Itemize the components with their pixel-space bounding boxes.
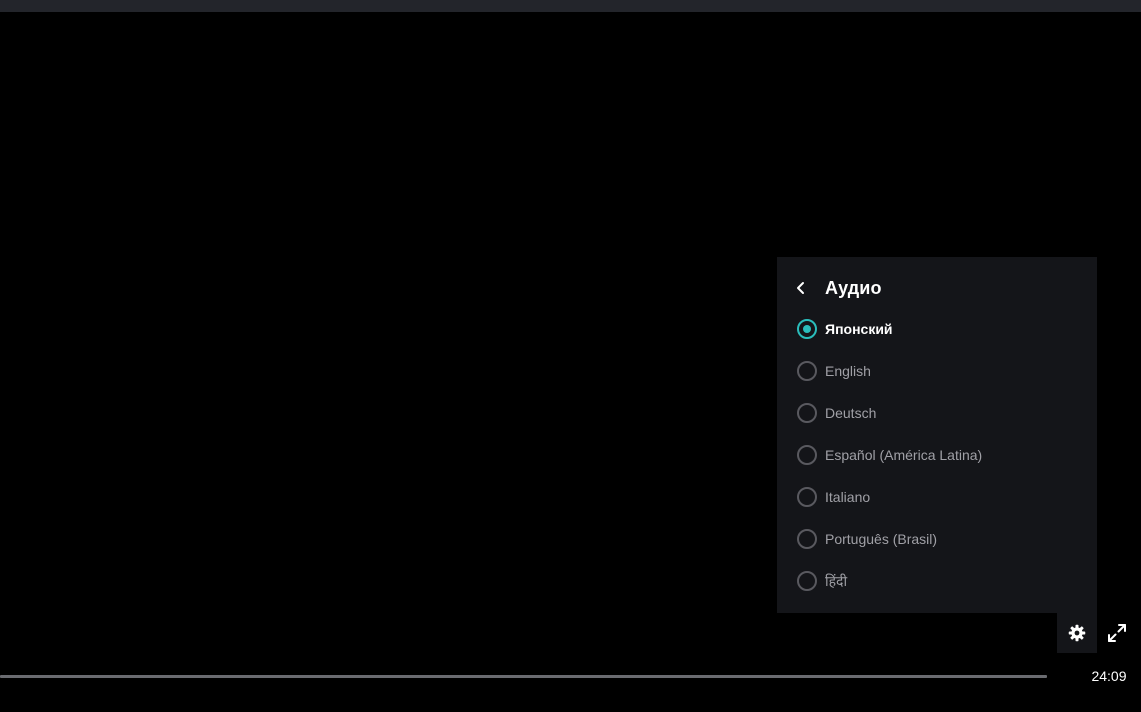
expand-icon <box>1108 624 1126 642</box>
radio-button[interactable] <box>797 571 817 591</box>
audio-option-label: Deutsch <box>825 405 877 421</box>
audio-option-label: हिंदी <box>825 572 848 589</box>
chevron-left-icon <box>793 280 809 296</box>
audio-option-label: Español (América Latina) <box>825 447 983 463</box>
audio-option[interactable]: Японский <box>777 308 1097 350</box>
audio-option[interactable]: Deutsch <box>777 392 1097 434</box>
audio-option[interactable]: हिंदी <box>777 560 1097 602</box>
radio-button[interactable] <box>797 487 817 507</box>
fullscreen-button[interactable] <box>1099 615 1135 651</box>
audio-options: Японский English Deutsch Español (Améric… <box>777 308 1097 602</box>
audio-option[interactable]: Español (América Latina) <box>777 434 1097 476</box>
radio-button[interactable] <box>797 403 817 423</box>
audio-option[interactable]: English <box>777 350 1097 392</box>
duration-label: 24:09 <box>1091 668 1127 684</box>
video-player: Аудио Японский English Deutsch Español (… <box>0 0 1141 712</box>
audio-option[interactable]: Português (Brasil) <box>777 518 1097 560</box>
audio-option-label: Японский <box>825 321 893 337</box>
radio-button[interactable] <box>797 361 817 381</box>
settings-button[interactable] <box>1057 613 1097 653</box>
audio-menu-back-button[interactable]: Аудио <box>793 271 882 305</box>
radio-button[interactable] <box>797 445 817 465</box>
audio-option[interactable]: Italiano <box>777 476 1097 518</box>
progress-bar[interactable] <box>0 675 1047 678</box>
audio-option-label: English <box>825 363 871 379</box>
radio-selected-dot <box>803 325 811 333</box>
audio-menu: Аудио Японский English Deutsch Español (… <box>777 257 1097 613</box>
gear-icon <box>1068 624 1086 642</box>
top-bar <box>0 0 1141 12</box>
radio-button[interactable] <box>797 319 817 339</box>
audio-menu-title: Аудио <box>825 277 882 298</box>
radio-button[interactable] <box>797 529 817 549</box>
audio-option-label: Português (Brasil) <box>825 531 938 547</box>
audio-option-label: Italiano <box>825 489 871 505</box>
